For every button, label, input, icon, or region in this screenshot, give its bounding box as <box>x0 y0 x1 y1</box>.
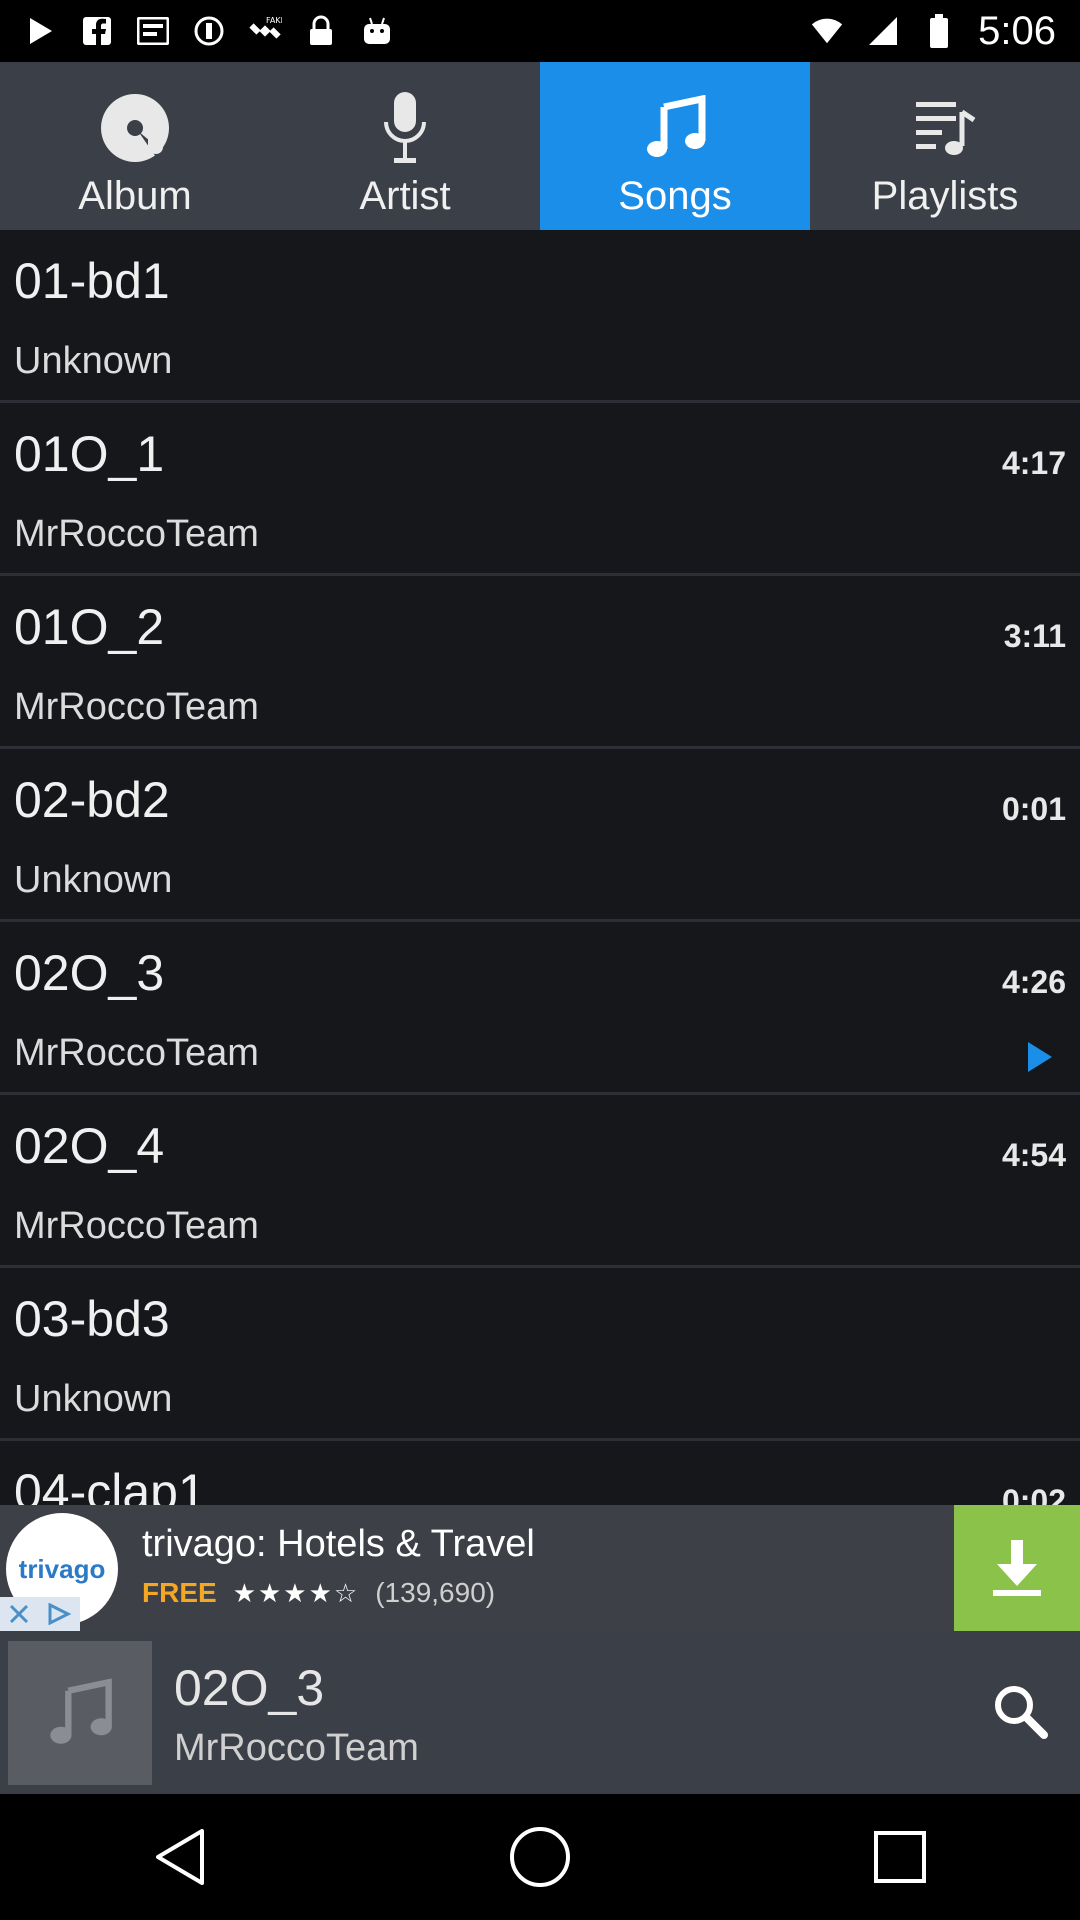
home-icon <box>510 1827 570 1887</box>
song-title: 03-bd3 <box>14 1291 170 1347</box>
lock-icon <box>304 14 338 48</box>
status-bar: FAKE 5:06 <box>0 0 1080 62</box>
song-artist: MrRoccoTeam <box>14 686 259 728</box>
now-playing-artist: MrRoccoTeam <box>174 1727 419 1769</box>
ad-close-button[interactable] <box>0 1597 80 1631</box>
song-title: 01-bd1 <box>14 253 170 309</box>
notification-icon <box>136 14 170 48</box>
download-icon <box>993 1540 1041 1596</box>
album-icon <box>97 90 173 166</box>
song-duration: 4:26 <box>1001 964 1066 1000</box>
song-row-now-playing[interactable]: 02O_3 MrRoccoTeam 4:26 <box>0 922 1080 1095</box>
song-title: 04-clap1 <box>14 1464 206 1505</box>
close-icon <box>9 1604 29 1624</box>
ad-title: trivago: Hotels & Travel <box>142 1523 535 1565</box>
tab-album-label: Album <box>78 174 192 218</box>
now-playing-bar[interactable]: 02O_3 MrRoccoTeam <box>0 1631 1080 1794</box>
battery-icon <box>922 14 956 48</box>
wifi-icon <box>810 14 844 48</box>
song-artist: MrRoccoTeam <box>14 513 259 555</box>
song-row[interactable]: 01O_2 MrRoccoTeam 3:11 <box>0 576 1080 749</box>
ad-free-label: FREE <box>142 1577 217 1608</box>
search-icon <box>995 1686 1048 1739</box>
song-artist: Unknown <box>14 859 173 901</box>
facebook-icon <box>80 14 114 48</box>
ad-download-button[interactable] <box>954 1505 1080 1631</box>
playlist-icon <box>907 90 983 166</box>
ad-banner[interactable]: trivago trivago: Hotels & Travel FREE ★★… <box>0 1505 1080 1631</box>
home-button[interactable] <box>495 1812 585 1902</box>
music-note-icon <box>637 90 713 166</box>
song-artist: Unknown <box>14 340 173 382</box>
song-duration: 3:11 <box>1003 618 1066 654</box>
search-button[interactable] <box>980 1671 1060 1751</box>
tab-artist-label: Artist <box>359 174 451 218</box>
recents-button[interactable] <box>855 1812 945 1902</box>
song-title: 02-bd2 <box>14 772 170 828</box>
microphone-icon <box>367 90 443 166</box>
ad-subtitle: FREE ★★★★☆ (139,690) <box>142 1577 495 1609</box>
android-icon <box>360 14 394 48</box>
song-duration: 4:17 <box>1001 445 1066 481</box>
tab-artist[interactable]: Artist <box>270 62 540 230</box>
song-row[interactable]: 03-bd3 Unknown <box>0 1268 1080 1441</box>
tab-album[interactable]: Album <box>0 62 270 230</box>
song-artist: MrRoccoTeam <box>14 1205 259 1247</box>
ad-rating-count: (139,690) <box>375 1577 496 1608</box>
song-title: 02O_3 <box>14 945 165 1001</box>
song-title: 02O_4 <box>14 1118 165 1174</box>
song-duration: 0:02 <box>1001 1483 1066 1505</box>
tab-playlists-label: Playlists <box>871 174 1019 218</box>
navigation-bar <box>0 1794 1080 1920</box>
back-icon <box>156 1829 204 1885</box>
library-tabs: Album Artist Songs Playlists <box>0 62 1080 230</box>
song-row[interactable]: 02-bd2 Unknown 0:01 <box>0 749 1080 922</box>
signal-icon <box>866 14 900 48</box>
now-playing-indicator-icon <box>1026 1040 1054 1074</box>
song-list[interactable]: 01-bd1 Unknown 01O_1 MrRoccoTeam 4:17 01… <box>0 230 1080 1505</box>
song-title: 01O_2 <box>14 599 165 655</box>
song-artist: MrRoccoTeam <box>14 1032 259 1074</box>
music-note-icon <box>50 1678 112 1744</box>
tab-songs[interactable]: Songs <box>540 62 810 230</box>
song-row[interactable]: 04-clap1 0:02 <box>0 1441 1080 1505</box>
song-row[interactable]: 02O_4 MrRoccoTeam 4:54 <box>0 1095 1080 1268</box>
song-duration: 4:54 <box>1001 1137 1066 1173</box>
song-row[interactable]: 01O_1 MrRoccoTeam 4:17 <box>0 403 1080 576</box>
tab-playlists[interactable]: Playlists <box>810 62 1080 230</box>
song-title: 01O_1 <box>14 426 165 482</box>
svg-text:FAKE: FAKE <box>266 16 282 25</box>
play-icon <box>24 14 58 48</box>
album-art[interactable] <box>8 1641 152 1785</box>
song-row[interactable]: 01-bd1 Unknown <box>0 230 1080 403</box>
clock: 5:06 <box>978 8 1056 53</box>
back-button[interactable] <box>135 1812 225 1902</box>
now-playing-title: 02O_3 <box>174 1660 325 1716</box>
satellite-icon: FAKE <box>248 14 282 48</box>
recents-icon <box>874 1831 926 1883</box>
song-duration: 0:01 <box>1001 791 1066 827</box>
song-artist: Unknown <box>14 1378 173 1420</box>
ad-choices-icon <box>48 1603 72 1625</box>
circle-icon <box>192 14 226 48</box>
ad-rating-stars: ★★★★☆ <box>232 1577 360 1608</box>
tab-songs-label: Songs <box>618 174 732 218</box>
